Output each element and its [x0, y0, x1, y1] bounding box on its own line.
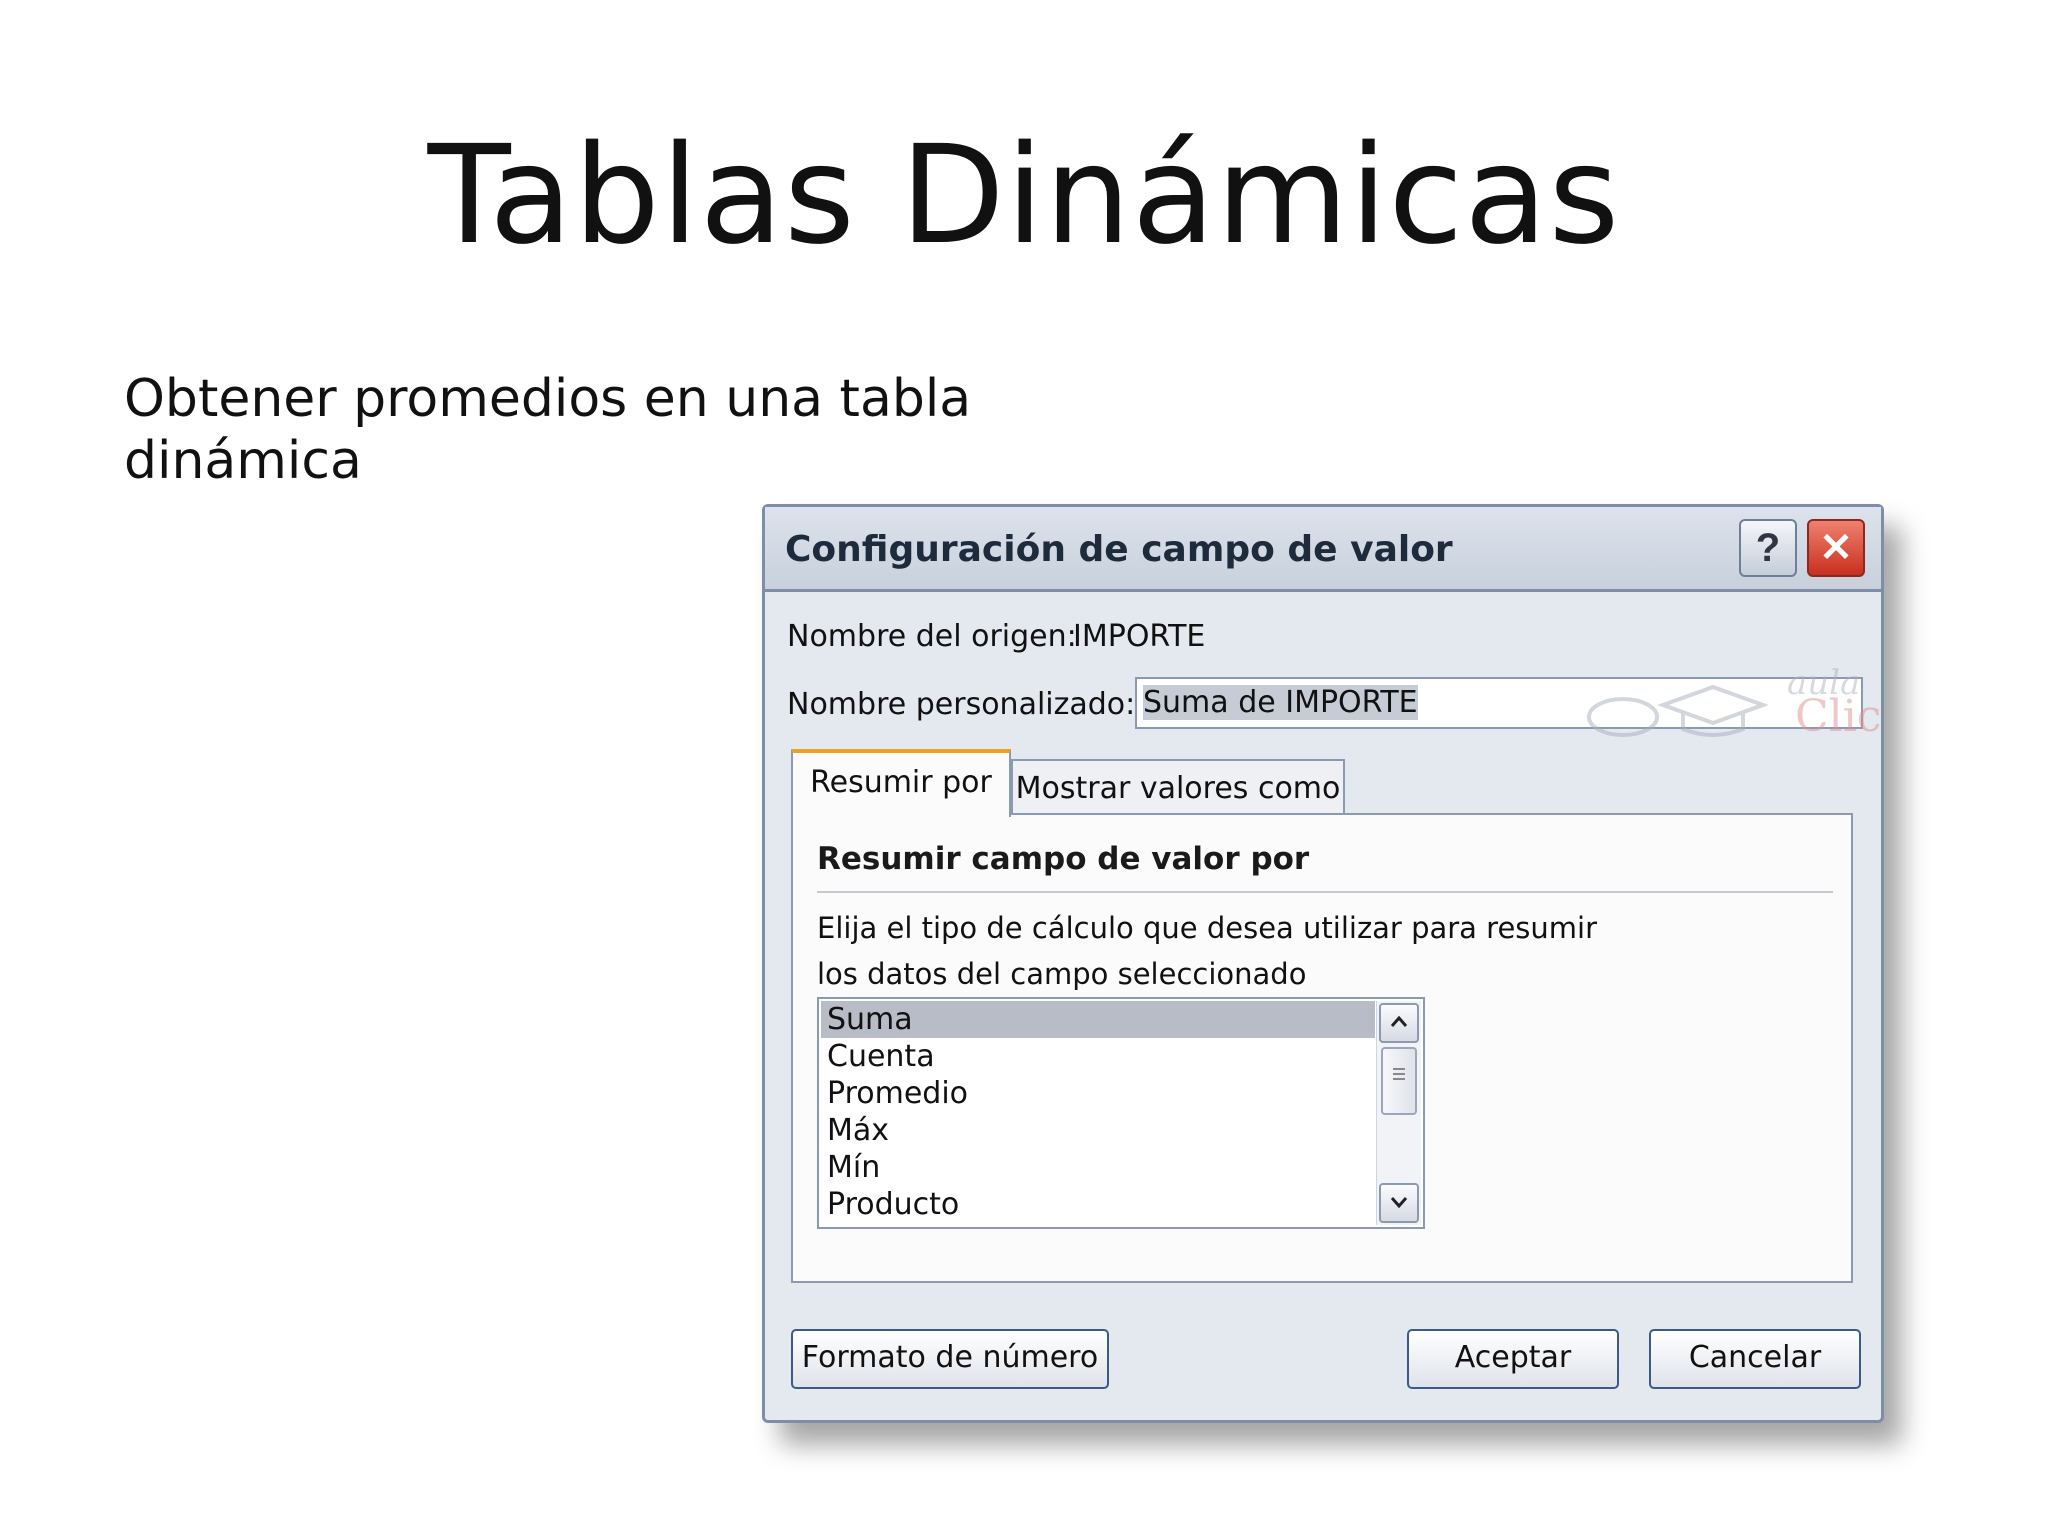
heading-divider [817, 891, 1833, 893]
list-item-producto[interactable]: Producto [821, 1186, 1375, 1223]
custom-name-value: Suma de IMPORTE [1143, 685, 1418, 720]
list-item-promedio[interactable]: Promedio [821, 1075, 1375, 1112]
list-item-max[interactable]: Máx [821, 1112, 1375, 1149]
origin-name-label: Nombre del origen: [787, 619, 1077, 654]
listbox-scrollbar[interactable] [1376, 1001, 1421, 1225]
number-format-button[interactable]: Formato de número [791, 1329, 1109, 1389]
tab-mostrar-valores-como[interactable]: Mostrar valores como [1011, 759, 1345, 815]
list-item-suma[interactable]: Suma [821, 1001, 1375, 1038]
dialog-title: Configuración de campo de valor [785, 529, 1453, 570]
summarize-tab-panel: Resumir campo de valor por Elija el tipo… [791, 813, 1853, 1283]
list-item-min[interactable]: Mín [821, 1149, 1375, 1186]
custom-name-label: Nombre personalizado: [787, 687, 1136, 722]
chevron-down-icon [1390, 1197, 1408, 1209]
listbox-items: Suma Cuenta Promedio Máx Mín Producto [821, 1001, 1375, 1223]
scroll-down-button[interactable] [1379, 1183, 1419, 1223]
panel-description: Elija el tipo de cálculo que desea utili… [817, 905, 1717, 997]
dialog-titlebar[interactable]: Configuración de campo de valor ? ✕ [765, 507, 1881, 592]
grip-icon [1393, 1068, 1405, 1080]
tab-resumir-por[interactable]: Resumir por [791, 749, 1011, 817]
cancel-button[interactable]: Cancelar [1649, 1329, 1861, 1389]
chevron-up-icon [1390, 1015, 1408, 1027]
origin-name-value: IMPORTE [1073, 619, 1206, 654]
panel-description-line-1: Elija el tipo de cálculo que desea utili… [817, 911, 1598, 945]
slide-text-line-1: Obtener promedios en una tabla [124, 369, 972, 429]
scroll-thumb[interactable] [1381, 1047, 1417, 1115]
graduation-cap-mouse-icon [1587, 684, 1769, 737]
list-item-cuenta[interactable]: Cuenta [821, 1038, 1375, 1075]
slide-text-line-2: dinámica [124, 431, 362, 491]
panel-description-line-2: los datos del campo seleccionado [817, 957, 1307, 991]
value-field-settings-dialog: Configuración de campo de valor ? ✕ Nomb… [762, 504, 1884, 1423]
slide-title: Tablas Dinámicas [427, 117, 1621, 275]
ok-button[interactable]: Aceptar [1407, 1329, 1619, 1389]
scroll-up-button[interactable] [1379, 1003, 1419, 1043]
panel-heading: Resumir campo de valor por [817, 841, 1310, 877]
help-button[interactable]: ? [1739, 519, 1797, 577]
watermark-clic-text: Clic [1795, 691, 1882, 742]
close-button[interactable]: ✕ [1807, 519, 1865, 577]
calculation-type-listbox[interactable]: Suma Cuenta Promedio Máx Mín Producto [817, 997, 1425, 1229]
slide-text: Obtener promedios en una tabla dinámica [124, 368, 1024, 492]
aulaclic-watermark: aula Clic [1573, 663, 1881, 755]
